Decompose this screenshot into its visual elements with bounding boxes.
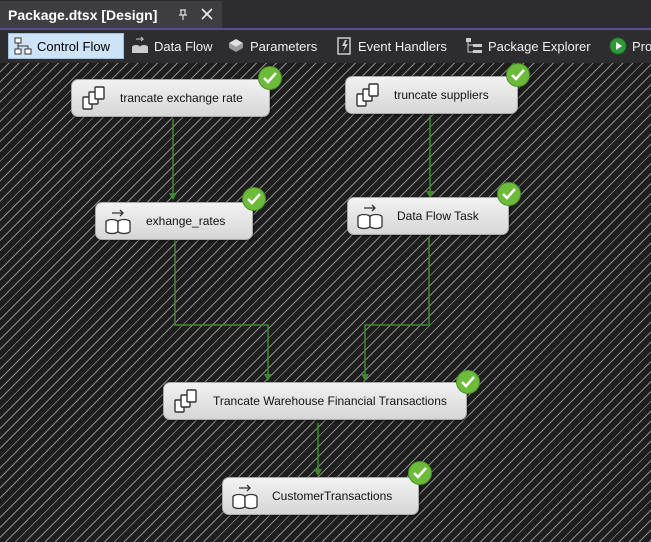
- data-flow-task-icon: [105, 209, 131, 235]
- execute-sql-icon: [174, 389, 197, 413]
- task-label: trancate exchange rate: [120, 91, 243, 105]
- tab-label: Pro: [632, 38, 651, 54]
- close-icon[interactable]: [200, 7, 214, 21]
- task-label: Trancate Warehouse Financial Transaction…: [213, 394, 447, 408]
- task-data-flow-task[interactable]: Data Flow Task: [347, 197, 509, 235]
- data-flow-task-icon: [232, 484, 258, 510]
- success-check-icon: [242, 187, 266, 211]
- tab-label: Data Flow: [154, 38, 213, 54]
- tab-event-handlers[interactable]: Event Handlers: [330, 33, 447, 59]
- control-flow-canvas[interactable]: trancate exchange rate truncate supplier…: [0, 63, 651, 542]
- tab-label: Control Flow: [37, 38, 110, 54]
- tab-control-flow[interactable]: Control Flow: [8, 33, 124, 59]
- precedence-constraints: [169, 115, 434, 476]
- task-trancate-warehouse-financial-transactions[interactable]: Trancate Warehouse Financial Transaction…: [163, 382, 467, 420]
- task-label: truncate suppliers: [394, 88, 489, 102]
- arrowhead-5: [314, 469, 322, 476]
- success-check-icon: [258, 66, 282, 90]
- success-check-icon: [506, 63, 530, 87]
- arrowhead-3: [264, 374, 272, 381]
- document-tab[interactable]: Package.dtsx [Design]: [0, 1, 222, 28]
- document-tabstrip: Package.dtsx [Design]: [0, 0, 651, 30]
- success-check-icon: [497, 182, 521, 206]
- tab-package-explorer[interactable]: Package Explorer: [460, 33, 591, 59]
- tab-label: Parameters: [250, 38, 318, 54]
- task-label: CustomerTransactions: [272, 489, 393, 503]
- task-truncate-suppliers[interactable]: truncate suppliers: [345, 76, 518, 114]
- document-tab-title: Package.dtsx [Design]: [8, 7, 158, 23]
- task-label: Data Flow Task: [397, 209, 479, 223]
- tab-label: Package Explorer: [488, 38, 591, 54]
- execute-sql-icon: [356, 83, 379, 107]
- constraint-3: [174, 240, 269, 379]
- progress-icon: [609, 37, 627, 55]
- pin-icon[interactable]: [176, 7, 190, 21]
- data-flow-icon: [132, 36, 148, 53]
- constraint-4: [364, 237, 430, 379]
- data-flow-task-icon: [357, 204, 383, 230]
- designer-tab-bar: Control Flow Data Flow Parameters Event …: [0, 30, 651, 63]
- tab-progress[interactable]: Pro: [604, 33, 651, 59]
- execute-sql-icon: [82, 86, 105, 110]
- tab-label: Event Handlers: [358, 38, 447, 54]
- tab-parameters[interactable]: Parameters: [222, 33, 317, 59]
- package-explorer-icon: [466, 38, 482, 53]
- tab-data-flow[interactable]: Data Flow: [126, 33, 213, 59]
- arrowhead-4: [361, 374, 369, 381]
- success-check-icon: [408, 461, 432, 485]
- control-flow-icon: [14, 37, 32, 55]
- event-handlers-icon: [337, 37, 351, 55]
- task-trancate-exchange-rate[interactable]: trancate exchange rate: [71, 79, 270, 117]
- task-customer-transactions[interactable]: CustomerTransactions: [222, 477, 419, 515]
- parameters-icon: [229, 39, 243, 52]
- arrowhead-1: [169, 193, 177, 200]
- task-exhange-rates[interactable]: exhange_rates: [95, 202, 253, 240]
- success-check-icon: [456, 370, 480, 394]
- task-label: exhange_rates: [146, 214, 226, 228]
